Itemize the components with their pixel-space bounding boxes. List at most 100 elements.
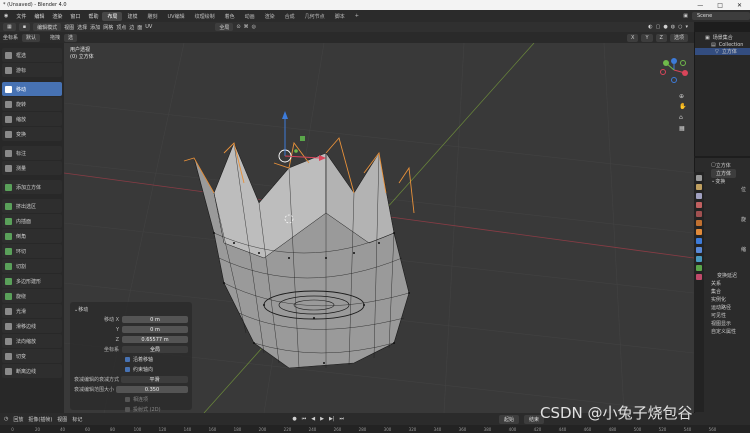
navigation-gizmo[interactable]: ⊕ ✋ ⌂ ▦ [655,58,693,140]
frame-start-field[interactable]: 起始 [498,414,519,424]
workspace-tab-shading[interactable]: 着色 [220,12,240,21]
workspace-tab-rendering[interactable]: 渲染 [260,12,280,21]
snap-y-checkbox[interactable] [125,367,130,372]
view-layer-tab-icon[interactable] [696,202,702,208]
viewport-menu-view[interactable]: 视图 [64,24,74,31]
prop-size-field[interactable]: 0.350 [116,386,188,393]
prev-key-icon[interactable]: ◀ [311,416,315,422]
tool-move[interactable]: 移动 [2,82,62,96]
blender-logo-icon[interactable]: ◉ [0,13,12,19]
tool-extrude[interactable]: 挤出选区 [2,199,62,213]
workspace-tab-texture[interactable]: 纹理绘制 [190,12,220,21]
scene-selector[interactable]: ▣ Scene [683,12,750,20]
outliner-collection[interactable]: ▤ Collection [695,41,750,48]
options-dropdown[interactable]: 选项 [669,33,688,42]
drag-dropdown[interactable]: 选 [64,33,78,42]
close-button[interactable]: ✕ [737,2,742,9]
shading-render-icon[interactable]: ○ [678,24,682,30]
viewport-menu-add[interactable]: 添加 [90,24,100,31]
tool-measure[interactable]: 测量 [2,161,62,175]
jump-start-icon[interactable]: ⏮ [302,416,307,422]
outliner-scene-collection[interactable]: ▣ 场景集合 [695,34,750,42]
workspace-tab-geonodes[interactable]: 几何节点 [300,12,330,21]
constraints-tab-icon[interactable] [696,265,702,271]
outliner-panel[interactable]: ▣ 场景集合 ▤ Collection ▽ 立方体 [694,32,750,156]
tool-loop-cut[interactable]: 环切 [2,244,62,258]
outliner-cube[interactable]: ▽ 立方体 [695,48,750,55]
tool-select-box[interactable]: 框选 [2,48,62,62]
scene-tab-icon[interactable] [696,211,702,217]
particles-tab-icon[interactable] [696,247,702,253]
timeline-ruler[interactable]: 0 20 40 60 80 100 120 140 160 180 200 220 240 260 280 3… [0,425,750,433]
menu-edit[interactable]: 编辑 [30,13,48,20]
jump-end-icon[interactable]: ⏭ [339,416,344,422]
tool-annotate[interactable]: 标注 [2,146,62,160]
object-tab-icon[interactable] [696,229,702,235]
move-y-field[interactable]: 0 m [122,326,188,333]
maximize-button[interactable]: □ [717,2,723,9]
object-name-row[interactable]: ▢ 立方体 [695,161,750,169]
axis-z-toggle[interactable]: Z [655,33,667,42]
physics-tab-icon[interactable] [696,256,702,262]
viewport-menu-mesh[interactable]: 网格 [103,24,113,31]
material-tab-icon[interactable] [696,274,702,280]
tool-rotate[interactable]: 旋转 [2,97,62,111]
tool-tab-icon[interactable] [696,175,702,181]
projected-checkbox[interactable] [125,407,130,412]
world-tab-icon[interactable] [696,220,702,226]
next-key-icon[interactable]: ▶| [329,416,335,422]
transform-orientation-dropdown[interactable]: 全局 [215,23,234,31]
timeline-menu-marker[interactable]: 标记 [72,416,82,423]
tool-shrink-fatten[interactable]: 法向缩放 [2,334,62,348]
modifier-tab-icon[interactable] [696,238,702,244]
tool-add-cube[interactable]: 添加立方体 [2,180,62,194]
menu-help[interactable]: 帮助 [84,13,102,20]
overlay-icon[interactable]: ◐ [648,24,652,30]
snap-x-checkbox[interactable] [125,357,130,362]
output-tab-icon[interactable] [696,193,702,199]
timeline-menu-keying[interactable]: 抠像(插帧) [28,416,52,423]
coord-dropdown[interactable]: 默认 [22,33,41,42]
record-icon[interactable]: ● [292,416,296,422]
move-x-field[interactable]: 0 m [122,316,188,323]
pivot-icon[interactable]: ⊙ [236,24,240,30]
scene-name[interactable]: Scene [692,12,750,20]
select-mode-vertex-icon[interactable]: ▪ [18,23,31,31]
minimize-button[interactable]: — [697,2,703,9]
tool-cursor[interactable]: 游标 [2,63,62,77]
viewport-menu-vertex[interactable]: 顶点 [116,24,126,31]
add-workspace-button[interactable]: + [350,12,364,20]
tool-rip[interactable]: 断离边线 [2,364,62,378]
viewport-menu-edge[interactable]: 边 [129,24,134,31]
timeline-menu-playback[interactable]: 回放 [13,416,23,423]
menu-window[interactable]: 窗口 [66,13,84,20]
workspace-tab-modeling[interactable]: 建模 [122,12,142,21]
mode-dropdown[interactable]: 编辑模式 [33,23,62,31]
viewport-menu-face[interactable]: 面 [137,24,142,31]
workspace-tab-animation[interactable]: 动画 [240,12,260,21]
timeline-editor-icon[interactable]: ◷ [4,416,8,422]
proportional-edit-icon[interactable]: ◎ [252,24,256,30]
workspace-tab-scripting[interactable]: 脚本 [330,12,350,21]
tool-inset[interactable]: 内插面 [2,214,62,228]
menu-file[interactable]: 文件 [12,13,30,20]
shading-solid-icon[interactable]: ● [663,24,667,30]
object-name-field[interactable]: 立方体 [711,168,737,178]
play-icon[interactable]: ▶ [320,416,324,422]
tool-knife[interactable]: 切割 [2,259,62,273]
viewport-menu-uv[interactable]: UV [145,24,152,30]
tool-spin[interactable]: 旋绕 [2,289,62,303]
proportional-dropdown[interactable]: 平滑 [121,376,188,383]
tool-smooth[interactable]: 光滑 [2,304,62,318]
tool-transform[interactable]: 变换 [2,127,62,141]
menu-render[interactable]: 渲染 [48,13,66,20]
tool-bevel[interactable]: 倒角 [2,229,62,243]
shading-options-icon[interactable]: ▾ [685,24,688,30]
shading-material-icon[interactable]: ◍ [671,24,675,30]
move-z-field[interactable]: 0.65577 m [122,336,188,343]
editor-type-icon[interactable]: ▦ [3,23,16,31]
orientation-dropdown[interactable]: 全局 [122,346,188,353]
tool-poly-build[interactable]: 多边形建形 [2,274,62,288]
snap-icon[interactable]: ⌘ [244,24,249,30]
render-tab-icon[interactable] [696,184,702,190]
